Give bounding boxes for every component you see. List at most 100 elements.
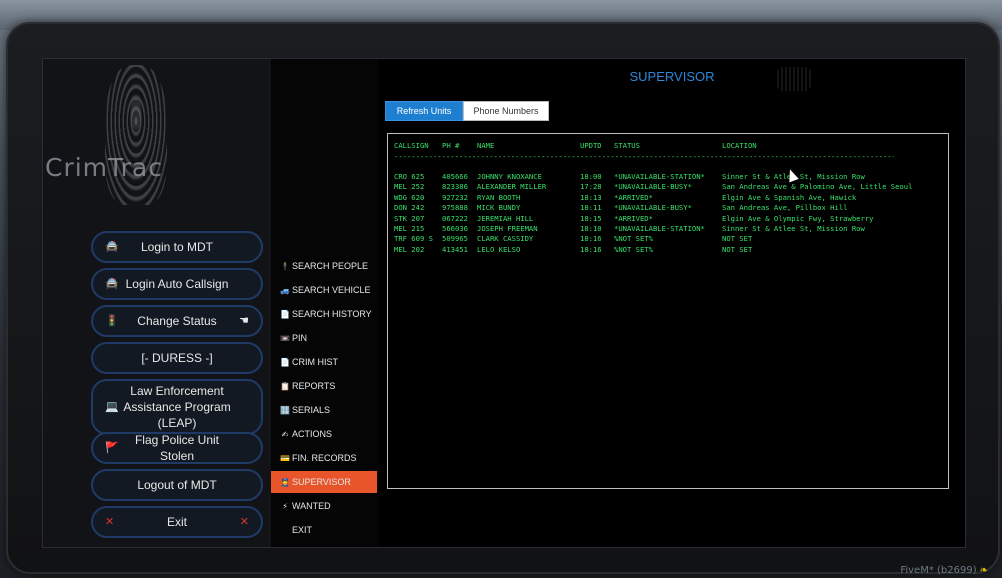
nav-icon: ⚡ [282,501,288,511]
nav-icon: 🚙 [280,285,290,295]
nav-item-serials[interactable]: 🔢 SERIALS [271,399,377,421]
column-header: PH # [442,141,460,150]
nav-label: SEARCH HISTORY [292,309,372,319]
table-cell: 17:28 [580,182,602,192]
table-cell: CRO 625 [394,172,425,181]
nav-item-crim-hist[interactable]: 📄 CRIM HIST [271,351,377,373]
table-cell: 18:16 [580,244,602,254]
table-cell: *UNAVAILABLE-STATION* [614,224,705,233]
nav-item-wanted[interactable]: ⚡ WANTED [271,495,377,517]
table-cell: NOT SET [722,234,753,244]
tab-bar: Refresh Units Phone Numbers [385,101,549,121]
table-cell: 975888 [442,203,468,213]
nav-item-search-history[interactable]: 📄 SEARCH HISTORY [271,303,377,325]
leap-button[interactable]: 💻 Law Enforcement Assistance Program (LEA… [91,379,263,435]
button-label: [- DURESS -] [141,351,213,365]
table-cell: MEL 202 [394,244,425,254]
nav-label: CRIM HIST [292,357,338,367]
column-header: UPDTD [580,141,602,150]
nav-label: REPORTS [292,381,336,391]
table-cell: 18:15 [580,213,602,223]
table-cell: San Andreas Ave & Palomino Ave, Little S… [722,182,913,192]
left-panel: CrimTrac 🚔 Login to MDT 🚔 Login Auto Callsi… [43,59,271,547]
car-icon: 🚔 [105,241,119,253]
table-cell: %NOT SET% [614,234,653,244]
flag-stolen-button[interactable]: 🚩 Flag Police Unit Stolen [91,432,263,464]
nav-label: EXIT [292,525,313,535]
login-auto-callsign-button[interactable]: 🚔 Login Auto Callsign [91,268,263,300]
tab-phone-numbers[interactable]: Phone Numbers [463,101,549,121]
nav-label: ACTIONS [292,429,333,439]
table-cell: MEL 252 [394,182,425,192]
table-cell: MICK BUNDY [477,203,521,213]
nav-label: FIN. RECORDS [292,453,357,463]
nav-icon: 📼 [280,333,290,343]
table-cell: *ARRIVED* [614,192,653,202]
nav-icon: 📋 [280,381,290,391]
flag-icon: 🚩 [105,442,119,454]
pointing-hand-icon: ☚ [239,315,249,327]
login-mdt-button[interactable]: 🚔 Login to MDT [91,231,263,263]
table-cell: Elgin Ave & Olympic Fwy, Strawberry [722,213,874,223]
button-label: Login to MDT [140,240,214,254]
table-cell: RYAN BOOTH [477,192,521,202]
units-terminal: CALLSIGN PH # NAME UPDTD STATUS LOCATION ----… [387,133,949,489]
table-cell: TRF 609 S [394,234,433,244]
table-cell: 413451 [442,244,468,254]
nav-item-exit[interactable]: EXIT [271,519,377,541]
table-cell: DON 242 [394,203,425,213]
table-cell: MEL 215 [394,224,425,233]
table-cell: LELO KELSO [477,244,521,254]
nav-label: WANTED [292,501,331,511]
nav-item-supervisor[interactable]: 👮 SUPERVISOR [271,471,377,493]
nav-item-search-people[interactable]: 🕴 SEARCH PEOPLE [271,255,377,277]
table-cell: *UNAVAILABLE-STATION* [614,172,705,181]
table-cell: 18:10 [580,224,602,233]
nav-icon: 👮 [280,477,290,487]
table-cell: *UNAVAILABLE-BUSY* [614,203,692,213]
table-cell: CLARK CASSIDY [477,234,534,244]
tab-refresh-units[interactable]: Refresh Units [385,101,463,121]
fivem-watermark: FiveM* (b2699) ❧ [900,565,988,576]
fivem-version: FiveM* (b2699) [900,565,977,576]
table-cell: JOHNNY KNOXANCE [477,172,542,181]
page-title: SUPERVISOR [629,69,715,84]
button-label: Exit [166,515,187,529]
table-cell: JEREMIAH HILL [477,213,534,223]
nav-item-actions[interactable]: ✍ ACTIONS [271,423,377,445]
logout-button[interactable]: Logout of MDT [91,469,263,501]
table-cell: %NOT SET% [614,244,653,254]
traffic-light-icon: 🚦 [105,315,119,327]
table-cell: JOSEPH FREEMAN [477,224,538,233]
table-cell: 509965 [442,234,468,244]
exit-button[interactable]: ✕ Exit ✕ [91,506,263,538]
table-cell: Elgin Ave & Spanish Ave, Hawick [722,192,857,202]
nav-label: SUPERVISOR [292,477,351,487]
column-header: STATUS [614,141,640,150]
table-cell: 566036 [442,224,468,233]
table-cell: WDG 620 [394,192,425,202]
duress-button[interactable]: [- DURESS -] [91,342,263,374]
nav-item-fin-records[interactable]: 💳 FIN. RECORDS [271,447,377,469]
table-cell: 18:00 [580,172,602,181]
table-cell: NOT SET [722,244,753,254]
nav-label: SEARCH VEHICLE [292,285,371,295]
nav-item-reports[interactable]: 📋 REPORTS [271,375,377,397]
table-cell: *UNAVAILABLE-BUSY* [614,182,692,192]
column-header: LOCATION [722,141,757,150]
main-content: SUPERVISOR Refresh Units Phone Numbers C… [379,59,965,547]
table-cell: 927232 [442,192,468,202]
table-cell: ALEXANDER MILLER [477,182,547,192]
fivem-leaf-icon: ❧ [979,565,988,576]
table-cell: 067222 [442,213,468,223]
button-label: Login Auto Callsign [125,277,229,291]
nav-item-pin[interactable]: 📼 PIN [271,327,377,349]
crimtrac-logo: CrimTrac [43,59,271,219]
nav-label: SERIALS [292,405,331,415]
change-status-button[interactable]: 🚦 Change Status ☚ [91,305,263,337]
nav-icon: 📄 [280,309,290,319]
table-cell: 18:16 [580,234,602,244]
table-cell: 18:11 [580,203,602,213]
nav-item-search-vehicle[interactable]: 🚙 SEARCH VEHICLE [271,279,377,301]
nav-icon: ✍ [281,429,289,439]
